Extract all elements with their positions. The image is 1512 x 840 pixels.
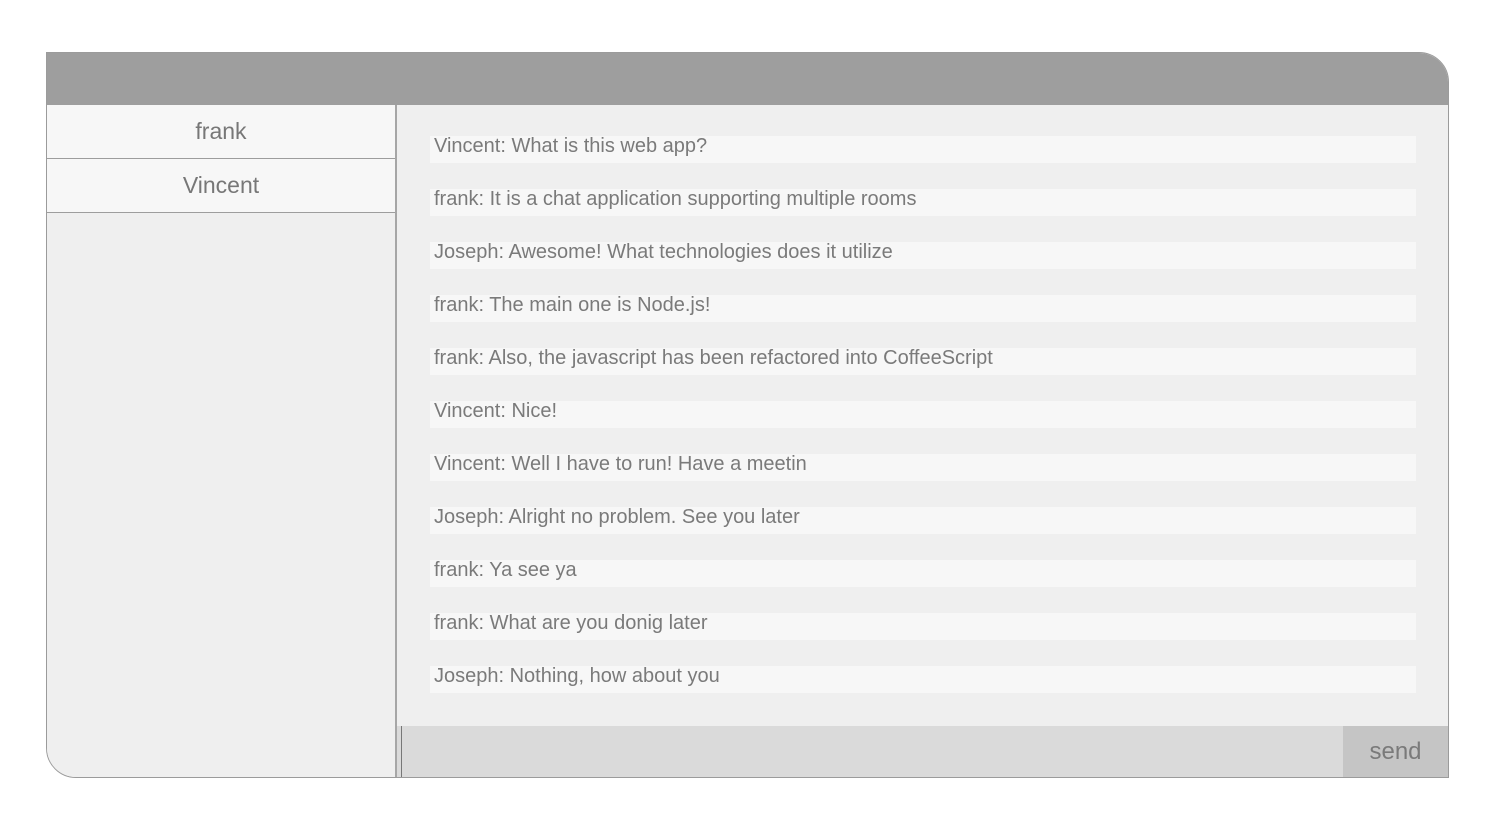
message-item: Vincent: Nice! [430, 401, 1416, 428]
user-list-sidebar: frank Vincent [47, 105, 397, 777]
message-item: frank: Also, the javascript has been ref… [430, 348, 1416, 375]
message-item: frank: Ya see ya [430, 560, 1416, 587]
compose-bar: send [397, 726, 1448, 777]
user-item-vincent[interactable]: Vincent [47, 159, 395, 213]
message-item: frank: The main one is Node.js! [430, 295, 1416, 322]
message-item: Vincent: What is this web app? [430, 136, 1416, 163]
send-button[interactable]: send [1343, 726, 1448, 777]
chat-main: Vincent: What is this web app? frank: It… [397, 105, 1448, 777]
user-item-frank[interactable]: frank [47, 105, 395, 159]
message-item: Joseph: Alright no problem. See you late… [430, 507, 1416, 534]
message-list: Vincent: What is this web app? frank: It… [430, 136, 1416, 719]
chat-window: frank Vincent Vincent: What is this web … [46, 52, 1449, 778]
message-item: Joseph: Nothing, how about you [430, 666, 1416, 693]
message-item: frank: What are you donig later [430, 613, 1416, 640]
message-item: frank: It is a chat application supporti… [430, 189, 1416, 216]
message-item: Vincent: Well I have to run! Have a meet… [430, 454, 1416, 481]
title-bar [47, 53, 1448, 105]
message-item: Joseph: Awesome! What technologies does … [430, 242, 1416, 269]
message-input[interactable] [401, 726, 1343, 777]
